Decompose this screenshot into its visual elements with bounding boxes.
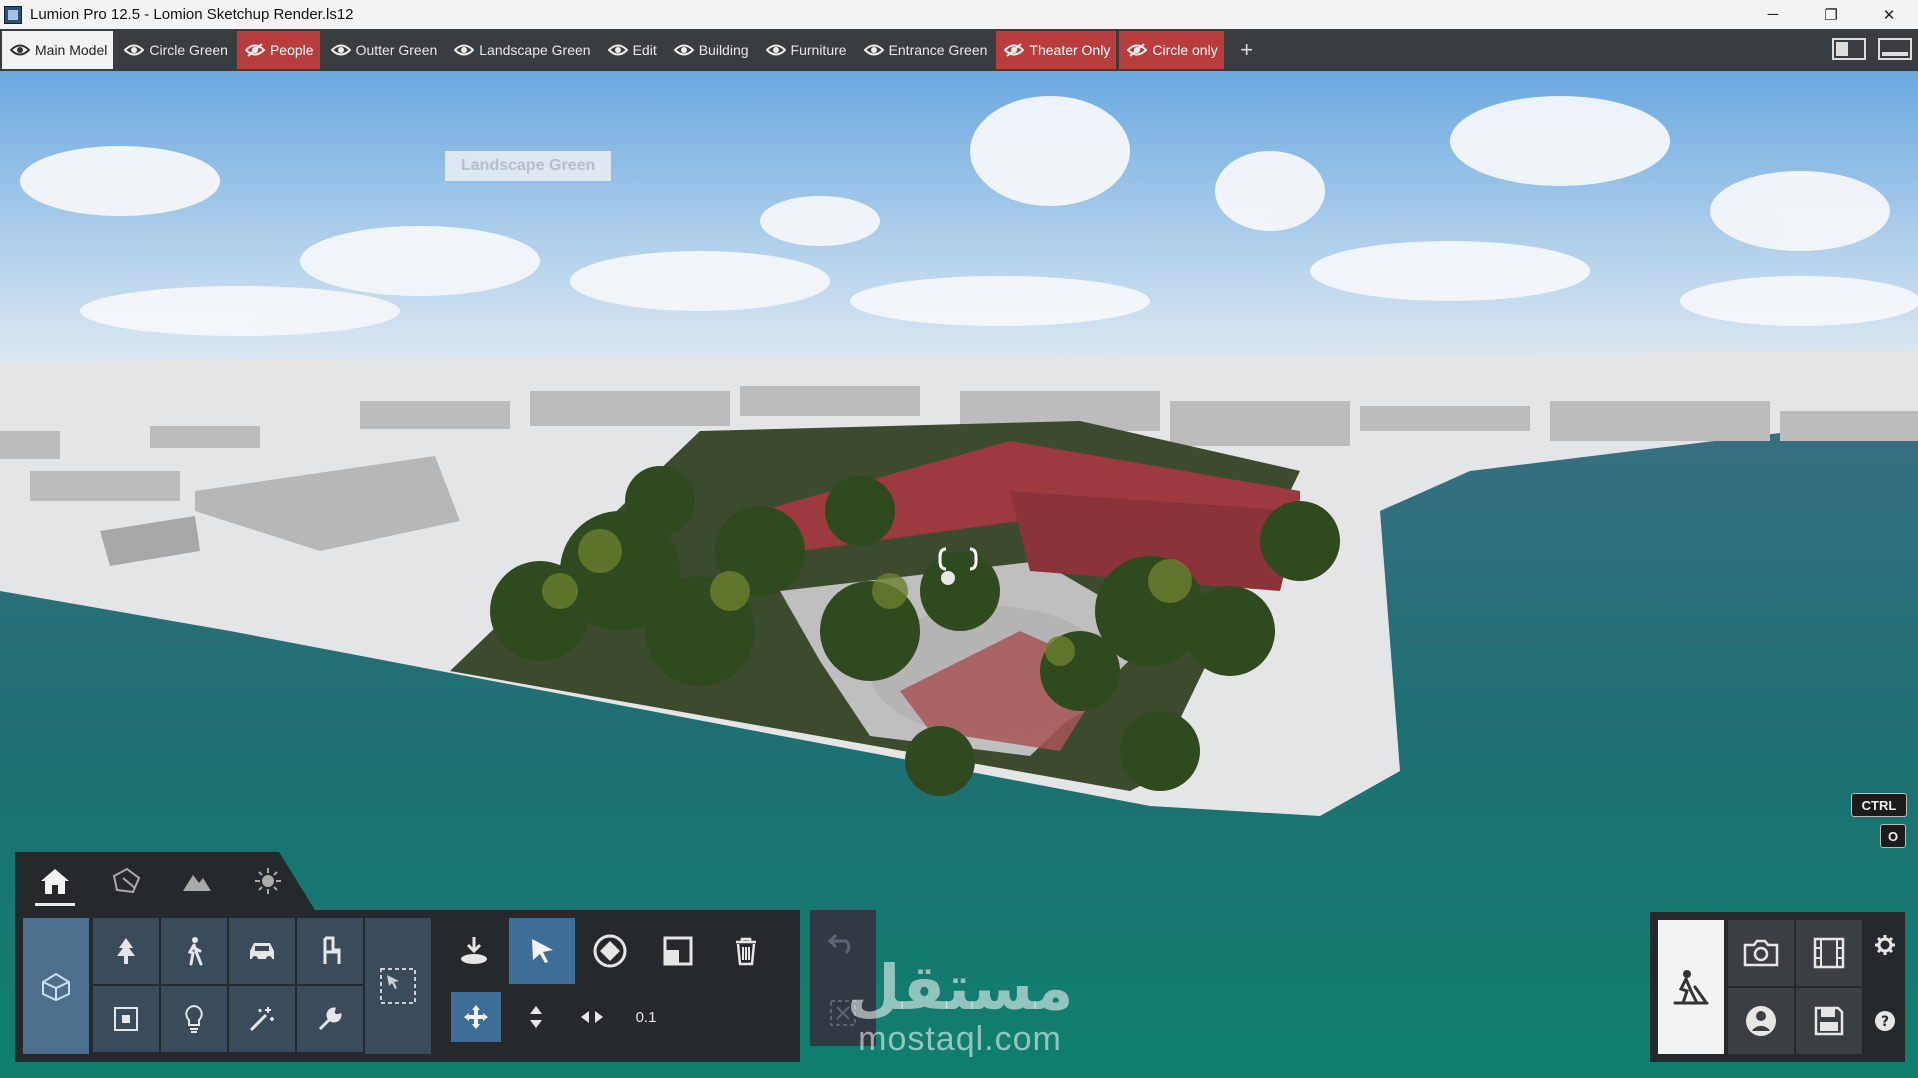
eye-off-icon: [1127, 43, 1148, 57]
furniture-icon[interactable]: [297, 918, 363, 984]
height-adjust-icon[interactable]: [511, 992, 561, 1042]
layer-button[interactable]: Outter Green: [323, 31, 444, 69]
layer-button[interactable]: Edit: [600, 31, 663, 69]
landscape-icon[interactable]: [177, 864, 217, 898]
people-icon[interactable]: [161, 918, 227, 984]
transport-icon[interactable]: [229, 918, 295, 984]
layer-button[interactable]: Circle Green: [116, 31, 234, 69]
split-view-icon[interactable]: [1832, 38, 1866, 60]
watermark-arabic: مستقل: [846, 951, 1074, 1024]
layer-button[interactable]: Landscape Green: [446, 31, 596, 69]
eye-icon: [765, 44, 786, 56]
horizontal-move-icon[interactable]: [567, 992, 617, 1042]
movie-mode-icon[interactable]: [1796, 920, 1862, 986]
delete-icon[interactable]: [713, 918, 779, 984]
layer-label: Circle Green: [149, 42, 228, 58]
title-bar: Lumion Pro 12.5 - Lomion Sketchup Render…: [0, 0, 1918, 30]
restore-button[interactable]: ❐: [1802, 0, 1860, 29]
scale-object-icon[interactable]: [645, 918, 711, 984]
layer-label: Main Model: [35, 42, 108, 58]
layer-label: Entrance Green: [888, 42, 988, 58]
eye-icon: [330, 44, 351, 56]
layer-button[interactable]: Furniture: [758, 31, 853, 69]
select-object-icon[interactable]: [509, 918, 575, 984]
layer-button[interactable]: Main Model: [2, 31, 114, 69]
layer-label: People: [269, 42, 314, 58]
place-object-icon[interactable]: [441, 918, 507, 984]
save-icon[interactable]: [1796, 988, 1862, 1054]
app-icon: [4, 5, 22, 24]
o-key-hint: O: [1880, 824, 1906, 848]
objects-mode-icon[interactable]: [23, 918, 89, 1054]
effects-icon[interactable]: [229, 986, 295, 1052]
material-icon[interactable]: [106, 864, 146, 898]
eye-off-icon: [244, 43, 265, 57]
window-title: Lumion Pro 12.5 - Lomion Sketchup Render…: [30, 6, 354, 23]
view-toggles: [1832, 38, 1912, 60]
eye-icon: [673, 44, 694, 56]
eye-icon: [863, 44, 884, 56]
panorama-mode-icon[interactable]: [1728, 988, 1794, 1054]
eye-icon: [10, 44, 30, 56]
layer-button[interactable]: Theater Only: [996, 31, 1117, 69]
layer-button[interactable]: Circle only: [1119, 31, 1224, 69]
add-layer-button[interactable]: +: [1235, 37, 1259, 63]
minimize-button[interactable]: ─: [1744, 0, 1802, 29]
layer-label: Furniture: [790, 42, 847, 58]
window-controls: ─ ❐ ✕: [1744, 0, 1918, 29]
eye-off-icon: [1004, 43, 1025, 57]
layer-label: Outter Green: [355, 42, 438, 58]
layer-label: Circle only: [1152, 42, 1218, 58]
layer-button[interactable]: Entrance Green: [856, 31, 994, 69]
eye-icon: [124, 44, 145, 56]
layer-label: Landscape Green: [479, 42, 591, 58]
rotate-object-icon[interactable]: [577, 918, 643, 984]
utilities-icon[interactable]: [297, 986, 363, 1052]
layer-button[interactable]: Building: [666, 31, 755, 69]
layer-label: Building: [698, 42, 749, 58]
svg-text:?: ?: [1881, 1014, 1889, 1030]
ctrl-key-hint: CTRL: [1851, 793, 1907, 817]
transform-value[interactable]: 0.1: [621, 992, 671, 1042]
layer-label: Edit: [632, 42, 657, 58]
layer-label: Theater Only: [1029, 42, 1111, 58]
weather-icon[interactable]: [248, 864, 288, 898]
home-icon[interactable]: [35, 864, 75, 906]
sound-icon[interactable]: [93, 986, 159, 1052]
tool-tabs: [15, 852, 315, 910]
build-mode-icon[interactable]: [1658, 920, 1724, 1054]
nature-icon[interactable]: [93, 918, 159, 984]
close-button[interactable]: ✕: [1860, 0, 1918, 29]
watermark-latin: mostaql.com: [858, 1020, 1062, 1058]
photo-mode-icon[interactable]: [1728, 920, 1794, 986]
tool-body: 0.1: [15, 910, 800, 1062]
layer-bar: Main Model Circle Green People Outter Green…: [0, 29, 1918, 71]
eye-icon: [454, 44, 475, 56]
watermark: مستقل mostaql.com: [840, 951, 1080, 1058]
settings-icon[interactable]: [1872, 932, 1898, 958]
full-view-icon[interactable]: [1878, 38, 1912, 60]
eye-icon: [607, 44, 628, 56]
light-icon[interactable]: [161, 986, 227, 1052]
layer-button[interactable]: People: [236, 31, 320, 69]
move-icon[interactable]: [451, 992, 501, 1042]
select-area-icon[interactable]: [365, 918, 431, 1054]
help-icon[interactable]: ?: [1872, 1008, 1898, 1034]
layer-tooltip: Landscape Green: [445, 151, 612, 181]
mode-panel: ?: [1650, 912, 1905, 1062]
